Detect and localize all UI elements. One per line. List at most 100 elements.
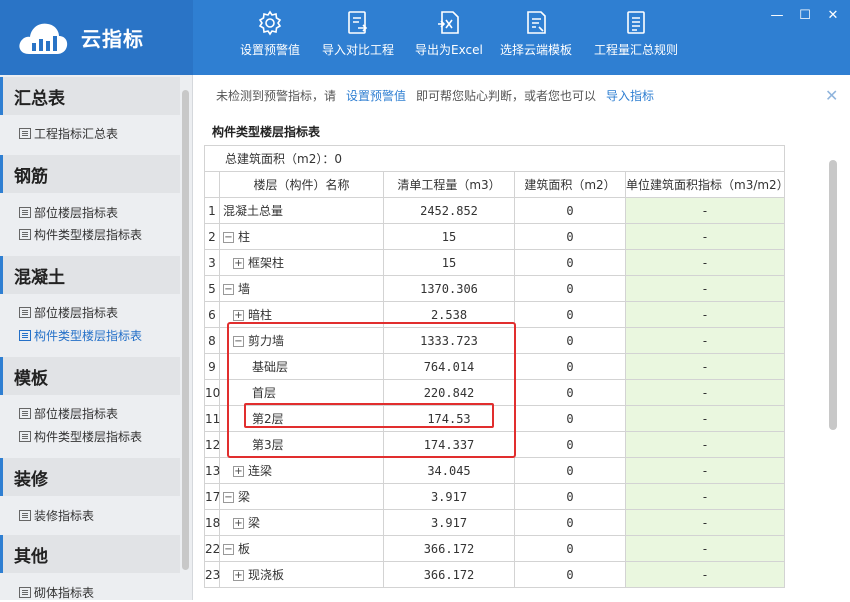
table-row[interactable]: 23 + 现浇板 366.172 0- [204,561,785,588]
col-header-name[interactable]: 楼层（构件）名称 [219,171,384,198]
row-name: 框架柱 [248,256,285,270]
index-cell: - [625,249,785,276]
document-icon [19,329,31,341]
sidebar-cat-formwork[interactable]: 模板 [0,357,180,395]
expand-icon[interactable]: + [233,466,244,477]
set-warning-button[interactable]: 设置预警值 [240,10,300,68]
row-number: 2 [204,223,220,250]
collapse-icon[interactable]: − [233,336,244,347]
sidebar-cat-other[interactable]: 其他 [0,535,180,573]
row-name: 暗柱 [248,308,273,322]
sidebar-item-concrete-type[interactable]: 构件类型楼层指标表 [19,325,142,345]
export-excel-button[interactable]: 导出为Excel [415,10,483,68]
sidebar-item-rebar-type[interactable]: 构件类型楼层指标表 [19,224,142,244]
document-icon [19,509,31,521]
expand-icon[interactable]: + [233,258,244,269]
sidebar-item-concrete-floor[interactable]: 部位楼层指标表 [19,302,118,322]
area-cell: 0 [514,509,626,536]
sidebar-cat-summary[interactable]: 汇总表 [0,77,180,115]
sidebar-cat-rebar[interactable]: 钢筋 [0,155,180,193]
document-icon [19,407,31,419]
close-notice-icon[interactable]: ✕ [825,86,838,105]
table-row[interactable]: 6 + 暗柱 2.538 0- [204,301,785,328]
row-name-cell: + 现浇板 [219,561,384,588]
col-header-index[interactable]: 单位建筑面积指标（m3/m2） [625,171,789,198]
index-cell: - [625,223,785,250]
collapse-icon[interactable]: − [223,284,234,295]
area-cell: 0 [514,457,626,484]
area-cell: 0 [514,405,626,432]
sidebar-item-masonry[interactable]: 砌体指标表 [19,582,94,602]
table-row[interactable]: 12 第3层 174.337 0- [204,431,785,458]
row-number: 13 [204,457,220,484]
set-warning-link[interactable]: 设置预警值 [346,87,406,104]
col-header-area[interactable]: 建筑面积（m2） [514,171,626,198]
collapse-icon[interactable]: − [223,544,234,555]
sidebar-item-formwork-floor[interactable]: 部位楼层指标表 [19,403,118,423]
sidebar-cat-concrete[interactable]: 混凝土 [0,256,180,294]
table-row[interactable]: 1 混凝土总量 2452.852 0- [204,197,785,224]
row-name: 柱 [238,230,251,244]
table-row[interactable]: 8− 剪力墙 1333.723 0- [204,327,785,354]
table-row[interactable]: 10 首层 220.842 0- [204,379,785,406]
sidebar-item-project-summary[interactable]: 工程指标汇总表 [19,123,118,143]
table-row[interactable]: 2− 柱 15 0- [204,223,785,250]
select-template-button[interactable]: 选择云端模板 [500,10,572,68]
expand-icon[interactable]: + [233,310,244,321]
rules-icon [627,11,645,34]
qty-cell: 2.538 [383,301,515,328]
index-cell: - [625,457,785,484]
warning-notice: 未检测到预警指标，请 设置预警值 即可帮您贴心判断，或者您也可以 导入指标 [216,87,655,104]
document-icon [19,306,31,318]
qty-cell: 34.045 [383,457,515,484]
document-icon [19,430,31,442]
sidebar-item-decoration[interactable]: 装修指标表 [19,505,94,525]
expand-icon[interactable]: + [233,518,244,529]
collapse-icon[interactable]: − [223,232,234,243]
table-row[interactable]: 17− 梁 3.917 0- [204,483,785,510]
template-icon [527,11,546,34]
table-row[interactable]: 9 基础层 764.014 0- [204,353,785,380]
quantity-rules-button[interactable]: 工程量汇总规则 [594,10,678,68]
document-icon [19,586,31,598]
row-number: 9 [204,353,220,380]
table-row[interactable]: 13 + 连梁 34.045 0- [204,457,785,484]
table-title: 构件类型楼层指标表 [212,125,321,139]
row-number: 3 [204,249,220,276]
row-name: 连梁 [248,464,273,478]
import-compare-button[interactable]: 导入对比工程 [322,10,394,68]
table-row[interactable]: 5− 墙 1370.306 0- [204,275,785,302]
table-header-row: 楼层（构件）名称 清单工程量（m3） 建筑面积（m2） 单位建筑面积指标（m3/… [204,171,789,198]
row-number: 11 [204,405,220,432]
row-name-cell: 混凝土总量 [219,197,384,224]
sidebar-cat-decoration[interactable]: 装修 [0,458,180,496]
row-name-cell: 第3层 [219,431,384,458]
row-name: 墙 [238,282,251,296]
qty-cell: 3.917 [383,509,515,536]
area-cell: 0 [514,327,626,354]
maximize-button[interactable]: ☐ [798,8,812,23]
table-row[interactable]: 3 + 框架柱 15 0- [204,249,785,276]
table-row[interactable]: 22− 板 366.172 0- [204,535,785,562]
area-cell: 0 [514,275,626,302]
index-cell: - [625,509,785,536]
col-header-qty[interactable]: 清单工程量（m3） [383,171,515,198]
table-scrollbar[interactable] [829,160,837,430]
index-cell: - [625,431,785,458]
sidebar: 汇总表 工程指标汇总表 钢筋 部位楼层指标表 构件类型楼层指标表 混凝土 部位楼… [0,75,193,600]
qty-cell: 174.337 [383,431,515,458]
close-window-button[interactable]: ✕ [826,8,840,23]
area-cell: 0 [514,379,626,406]
import-index-link[interactable]: 导入指标 [606,87,654,104]
qty-cell: 764.014 [383,353,515,380]
collapse-icon[interactable]: − [223,492,234,503]
sidebar-item-formwork-type[interactable]: 构件类型楼层指标表 [19,426,142,446]
expand-icon[interactable]: + [233,570,244,581]
sidebar-scrollbar[interactable] [182,90,189,570]
area-cell: 0 [514,561,626,588]
table-row[interactable]: 18 + 梁 3.917 0- [204,509,785,536]
area-cell: 0 [514,353,626,380]
sidebar-item-rebar-floor[interactable]: 部位楼层指标表 [19,202,118,222]
minimize-button[interactable]: — [770,8,784,23]
table-row[interactable]: 11 第2层 174.53 0- [204,405,785,432]
